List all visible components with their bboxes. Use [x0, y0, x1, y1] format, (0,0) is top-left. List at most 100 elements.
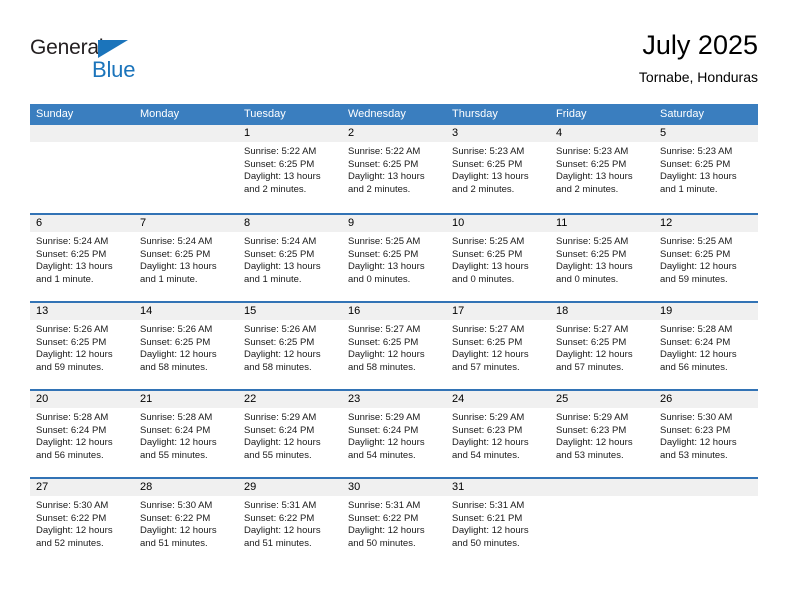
- sunrise-text: Sunrise: 5:25 AM: [348, 236, 421, 247]
- day-number-band: 5: [654, 125, 758, 142]
- sunset-text: Sunset: 6:25 PM: [660, 248, 731, 260]
- calendar-day-cell[interactable]: 17 Sunrise: 5:27 AM Sunset: 6:25 PM Dayligh…: [446, 303, 550, 389]
- sunrise-text: Sunrise: 5:29 AM: [348, 412, 421, 423]
- calendar-day-cell[interactable]: 10 Sunrise: 5:25 AM Sunset: 6:25 PM Dayligh…: [446, 215, 550, 301]
- calendar-day-cell[interactable]: 18 Sunrise: 5:27 AM Sunset: 6:25 PM Dayligh…: [550, 303, 654, 389]
- weekday-header-thursday: Thursday: [452, 108, 498, 120]
- calendar-day-cell[interactable]: 19 Sunrise: 5:28 AM Sunset: 6:24 PM Dayligh…: [654, 303, 758, 389]
- day-details: Sunrise: 5:25 AM Sunset: 6:25 PM Daylight:…: [550, 232, 654, 286]
- weekday-header-monday: Monday: [140, 108, 180, 120]
- calendar-day-cell[interactable]: 29 Sunrise: 5:31 AM Sunset: 6:22 PM Dayligh…: [238, 479, 342, 565]
- calendar-day-cell[interactable]: 14 Sunrise: 5:26 AM Sunset: 6:25 PM Dayligh…: [134, 303, 238, 389]
- calendar-day-cell[interactable]: 12 Sunrise: 5:25 AM Sunset: 6:25 PM Dayligh…: [654, 215, 758, 301]
- sunrise-text: Sunrise: 5:25 AM: [452, 236, 525, 247]
- daylight-text: Daylight: 12 hours and 54 minutes.: [348, 437, 425, 461]
- day-number: 30: [348, 481, 361, 493]
- calendar-day-cell-empty: [550, 479, 654, 565]
- calendar-day-cell[interactable]: 1 Sunrise: 5:22 AM Sunset: 6:25 PM Daylight…: [238, 125, 342, 213]
- day-number: 6: [36, 217, 43, 229]
- sunset-text: Sunset: 6:25 PM: [348, 248, 419, 260]
- calendar-day-cell[interactable]: 2 Sunrise: 5:22 AM Sunset: 6:25 PM Daylight…: [342, 125, 446, 213]
- day-number: 2: [348, 127, 355, 139]
- calendar-day-cell[interactable]: 15 Sunrise: 5:26 AM Sunset: 6:25 PM Dayligh…: [238, 303, 342, 389]
- calendar-day-cell[interactable]: 7 Sunrise: 5:24 AM Sunset: 6:25 PM Daylight…: [134, 215, 238, 301]
- sunset-text: Sunset: 6:25 PM: [244, 336, 315, 348]
- sunset-text: Sunset: 6:22 PM: [140, 512, 211, 524]
- day-number-band: 4: [550, 125, 654, 142]
- day-number-band: 17: [446, 303, 550, 320]
- sunrise-text: Sunrise: 5:26 AM: [36, 324, 109, 335]
- calendar-day-cell[interactable]: 27 Sunrise: 5:30 AM Sunset: 6:22 PM Dayligh…: [30, 479, 134, 565]
- day-number: 5: [660, 127, 667, 139]
- daylight-text: Daylight: 12 hours and 58 minutes.: [348, 349, 425, 373]
- calendar-day-cell[interactable]: 11 Sunrise: 5:25 AM Sunset: 6:25 PM Dayligh…: [550, 215, 654, 301]
- day-number-band: 6: [30, 215, 134, 232]
- day-number-band: 30: [342, 479, 446, 496]
- calendar-day-cell[interactable]: 8 Sunrise: 5:24 AM Sunset: 6:25 PM Daylight…: [238, 215, 342, 301]
- day-number-band: 29: [238, 479, 342, 496]
- page-header: General Blue July 2025 Tornabe, Honduras: [30, 28, 758, 96]
- daylight-text: Daylight: 12 hours and 55 minutes.: [244, 437, 321, 461]
- sunrise-text: Sunrise: 5:24 AM: [244, 236, 317, 247]
- day-details: Sunrise: 5:23 AM Sunset: 6:25 PM Daylight:…: [654, 142, 758, 196]
- weekday-header-wednesday: Wednesday: [348, 108, 406, 120]
- calendar-day-cell[interactable]: 21 Sunrise: 5:28 AM Sunset: 6:24 PM Dayligh…: [134, 391, 238, 477]
- sunset-text: Sunset: 6:25 PM: [452, 248, 523, 260]
- calendar-day-cell[interactable]: 4 Sunrise: 5:23 AM Sunset: 6:25 PM Daylight…: [550, 125, 654, 213]
- calendar-day-cell[interactable]: 30 Sunrise: 5:31 AM Sunset: 6:22 PM Dayligh…: [342, 479, 446, 565]
- day-number-band: 16: [342, 303, 446, 320]
- day-details: Sunrise: 5:27 AM Sunset: 6:25 PM Daylight:…: [550, 320, 654, 374]
- day-number: 9: [348, 217, 355, 229]
- calendar-day-cell[interactable]: 9 Sunrise: 5:25 AM Sunset: 6:25 PM Daylight…: [342, 215, 446, 301]
- day-number: 20: [36, 393, 49, 405]
- day-number-band: 9: [342, 215, 446, 232]
- calendar-day-cell[interactable]: 26 Sunrise: 5:30 AM Sunset: 6:23 PM Dayligh…: [654, 391, 758, 477]
- calendar-day-cell[interactable]: 22 Sunrise: 5:29 AM Sunset: 6:24 PM Dayligh…: [238, 391, 342, 477]
- general-blue-logo[interactable]: General Blue: [30, 30, 230, 86]
- sunrise-text: Sunrise: 5:31 AM: [452, 500, 525, 511]
- sunset-text: Sunset: 6:25 PM: [36, 248, 107, 260]
- calendar-day-cell[interactable]: 13 Sunrise: 5:26 AM Sunset: 6:25 PM Dayligh…: [30, 303, 134, 389]
- day-details: Sunrise: 5:28 AM Sunset: 6:24 PM Daylight:…: [654, 320, 758, 374]
- daylight-text: Daylight: 13 hours and 0 minutes.: [556, 261, 633, 285]
- day-details: Sunrise: 5:28 AM Sunset: 6:24 PM Daylight:…: [30, 408, 134, 462]
- calendar-day-cell[interactable]: 3 Sunrise: 5:23 AM Sunset: 6:25 PM Daylight…: [446, 125, 550, 213]
- sunrise-text: Sunrise: 5:28 AM: [140, 412, 213, 423]
- daylight-text: Daylight: 12 hours and 50 minutes.: [348, 525, 425, 549]
- day-number-band: 27: [30, 479, 134, 496]
- calendar-day-cell[interactable]: 24 Sunrise: 5:29 AM Sunset: 6:23 PM Dayligh…: [446, 391, 550, 477]
- daylight-text: Daylight: 13 hours and 1 minute.: [36, 261, 113, 285]
- sunset-text: Sunset: 6:25 PM: [452, 158, 523, 170]
- calendar-day-cell[interactable]: 16 Sunrise: 5:27 AM Sunset: 6:25 PM Dayligh…: [342, 303, 446, 389]
- calendar-day-cell[interactable]: 5 Sunrise: 5:23 AM Sunset: 6:25 PM Daylight…: [654, 125, 758, 213]
- calendar-day-cell[interactable]: 25 Sunrise: 5:29 AM Sunset: 6:23 PM Dayligh…: [550, 391, 654, 477]
- day-details: Sunrise: 5:24 AM Sunset: 6:25 PM Daylight:…: [30, 232, 134, 286]
- calendar-day-cell[interactable]: 23 Sunrise: 5:29 AM Sunset: 6:24 PM Dayligh…: [342, 391, 446, 477]
- day-number-band: 12: [654, 215, 758, 232]
- daylight-text: Daylight: 13 hours and 1 minute.: [140, 261, 217, 285]
- sunset-text: Sunset: 6:23 PM: [660, 424, 731, 436]
- sunrise-text: Sunrise: 5:25 AM: [556, 236, 629, 247]
- sunrise-text: Sunrise: 5:29 AM: [556, 412, 629, 423]
- daylight-text: Daylight: 12 hours and 50 minutes.: [452, 525, 529, 549]
- day-number: 21: [140, 393, 153, 405]
- calendar-day-cell-empty: [30, 125, 134, 213]
- sunset-text: Sunset: 6:22 PM: [244, 512, 315, 524]
- day-number-band: 23: [342, 391, 446, 408]
- day-details: Sunrise: 5:25 AM Sunset: 6:25 PM Daylight:…: [446, 232, 550, 286]
- calendar-day-cell[interactable]: 31 Sunrise: 5:31 AM Sunset: 6:21 PM Dayligh…: [446, 479, 550, 565]
- sunset-text: Sunset: 6:25 PM: [140, 336, 211, 348]
- day-number-band: 1: [238, 125, 342, 142]
- calendar-day-cell[interactable]: 6 Sunrise: 5:24 AM Sunset: 6:25 PM Daylight…: [30, 215, 134, 301]
- daylight-text: Daylight: 13 hours and 1 minute.: [660, 171, 737, 195]
- daylight-text: Daylight: 12 hours and 58 minutes.: [244, 349, 321, 373]
- sunset-text: Sunset: 6:25 PM: [556, 336, 627, 348]
- day-details: Sunrise: 5:31 AM Sunset: 6:22 PM Daylight:…: [342, 496, 446, 550]
- calendar-week-row: 1 Sunrise: 5:22 AM Sunset: 6:25 PM Daylight…: [30, 125, 758, 213]
- day-details: Sunrise: 5:28 AM Sunset: 6:24 PM Daylight:…: [134, 408, 238, 462]
- day-details: Sunrise: 5:30 AM Sunset: 6:22 PM Daylight:…: [134, 496, 238, 550]
- daylight-text: Daylight: 12 hours and 53 minutes.: [660, 437, 737, 461]
- calendar-day-cell[interactable]: 20 Sunrise: 5:28 AM Sunset: 6:24 PM Dayligh…: [30, 391, 134, 477]
- daylight-text: Daylight: 12 hours and 58 minutes.: [140, 349, 217, 373]
- calendar-day-cell[interactable]: 28 Sunrise: 5:30 AM Sunset: 6:22 PM Dayligh…: [134, 479, 238, 565]
